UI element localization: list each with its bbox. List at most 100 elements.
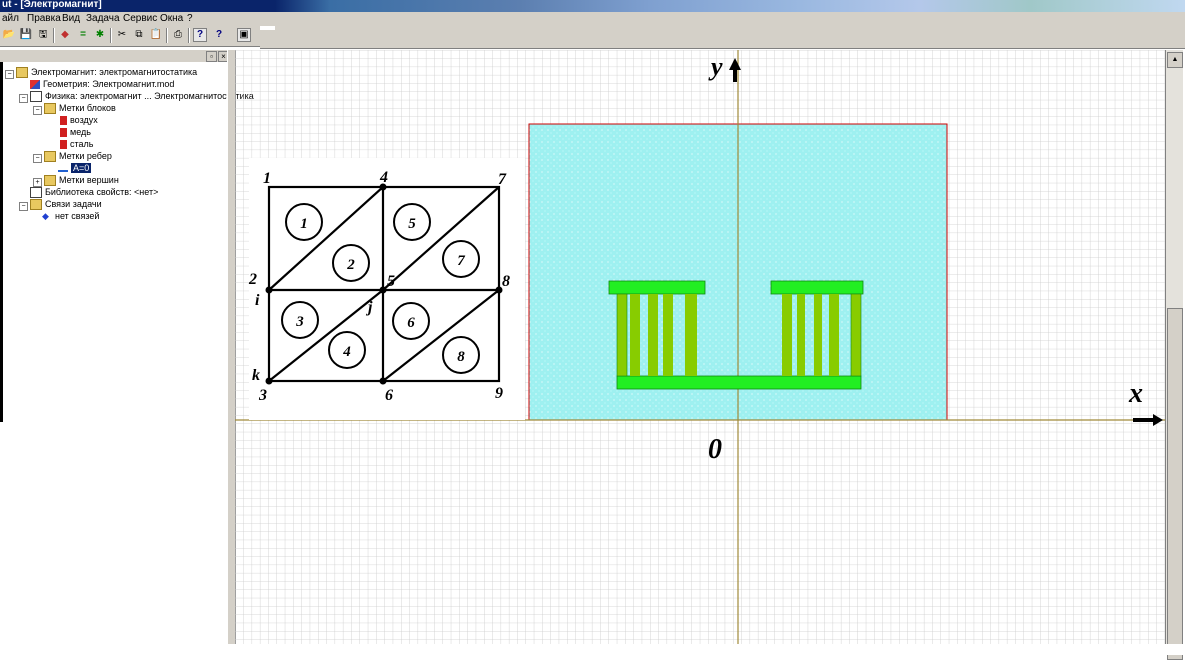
help-icon[interactable]: ? — [193, 28, 207, 42]
tree-item-links[interactable]: Связи задачи — [30, 198, 102, 211]
coil-bar — [648, 294, 658, 376]
folder-icon — [16, 67, 28, 79]
mesh-node-dot — [379, 286, 387, 294]
toolbar-separator — [188, 28, 190, 43]
coil-bar — [829, 294, 839, 376]
node-label-4: 4 — [379, 169, 388, 186]
mesh-node-dot — [265, 377, 273, 385]
menu-service[interactable]: Сервис — [123, 13, 157, 24]
context-help-icon[interactable]: ? — [212, 28, 226, 42]
menu-file[interactable]: айл — [2, 13, 19, 24]
tree-collapse-toggle[interactable]: − — [19, 94, 28, 103]
tree-item-vertex-labels[interactable]: Метки вершин — [44, 174, 119, 187]
copy-icon[interactable]: ⧉ — [132, 28, 146, 42]
menu-bar-extension — [275, 12, 1185, 31]
node-label-9: 9 — [495, 385, 503, 402]
window-title: ut - [Электромагнит] — [2, 0, 102, 10]
vertical-scrollbar[interactable]: ▲ — [1165, 50, 1183, 660]
table-icon — [30, 187, 42, 199]
tree-item-root[interactable]: Электромагнит: электромагнитостатика — [16, 66, 197, 79]
element-label-2: 2 — [346, 257, 355, 273]
equals-icon[interactable]: = — [76, 28, 90, 42]
menu-task[interactable]: Задача — [86, 13, 120, 24]
toolbar-separator — [53, 28, 55, 43]
folder-icon — [44, 175, 56, 187]
menu-windows[interactable]: Окна — [160, 13, 183, 24]
block-label-icon — [60, 140, 67, 150]
coil-bar — [630, 294, 640, 376]
toolbar-extension — [260, 30, 1185, 49]
problem-tree: − Электромагнит: электромагнитостатика Г… — [0, 62, 254, 644]
tree-item-steel[interactable]: сталь — [60, 138, 93, 150]
mesh-node-dot — [265, 286, 273, 294]
mesh-node-dot — [379, 377, 387, 385]
element-label-8: 8 — [457, 349, 465, 365]
window-icon[interactable]: ▣ — [237, 28, 251, 42]
table-icon — [30, 91, 42, 103]
link-icon: ◆ — [42, 211, 49, 222]
open-folder-icon[interactable]: 📂 — [2, 28, 16, 42]
folder-icon — [44, 151, 56, 163]
geometry-canvas[interactable]: 1 2 3 4 5 6 7 8 1 2 3 4 5 6 7 8 9 i j k … — [235, 50, 1165, 644]
node-label-8: 8 — [502, 273, 510, 290]
origin-label: 0 — [708, 434, 722, 465]
left-pole-cap — [608, 280, 706, 295]
tree-item-edge-labels[interactable]: Метки ребер — [44, 150, 112, 163]
tree-item-copper[interactable]: медь — [60, 126, 91, 138]
status-strip — [0, 644, 1185, 655]
scroll-thumb[interactable] — [1167, 308, 1183, 660]
scroll-up-icon[interactable]: ▲ — [1167, 52, 1183, 68]
node-label-5: 5 — [387, 273, 395, 290]
coil-bar — [685, 294, 697, 376]
cut-icon[interactable]: ✂ — [115, 28, 129, 42]
tree-collapse-toggle[interactable]: − — [33, 154, 42, 163]
panel-edge — [0, 62, 3, 422]
paste-icon[interactable]: 📋 — [149, 28, 163, 42]
shapes-icon[interactable]: ◆ — [58, 28, 72, 42]
folder-icon — [44, 103, 56, 115]
tree-item-a0[interactable]: A=0 — [58, 162, 92, 174]
left-leg — [616, 293, 628, 377]
tree-item-air[interactable]: воздух — [60, 114, 98, 126]
edge-label-icon — [58, 166, 68, 172]
geometry-icon — [30, 80, 40, 90]
node-label-7: 7 — [498, 171, 507, 188]
coil-bar — [797, 294, 805, 376]
core-yoke — [616, 375, 862, 390]
save-all-icon[interactable]: 🖫 — [36, 28, 50, 42]
tree-collapse-toggle[interactable]: − — [19, 202, 28, 211]
coil-bar — [782, 294, 792, 376]
panel-dock-button[interactable]: ▫ — [206, 51, 217, 62]
local-label-i: i — [255, 292, 260, 309]
save-icon[interactable]: 💾 — [19, 28, 33, 42]
menu-bar: айл Правка Вид Задача Сервис Окна ? — [0, 12, 275, 26]
tree-item-physics[interactable]: Физика: электромагнит ... Электромагнито… — [30, 90, 254, 103]
node-label-2: 2 — [248, 271, 257, 288]
right-pole-cap — [770, 280, 864, 295]
right-leg — [850, 293, 862, 377]
x-axis-label: x — [1128, 378, 1143, 409]
tree-item-no-links[interactable]: ◆ нет связей — [42, 210, 99, 222]
local-label-k: k — [252, 367, 260, 384]
element-label-4: 4 — [342, 344, 351, 360]
tree-collapse-toggle[interactable]: − — [33, 106, 42, 115]
element-label-7: 7 — [457, 253, 465, 269]
gear-icon[interactable]: ✱ — [93, 28, 107, 42]
element-label-5: 5 — [408, 216, 416, 232]
menu-view[interactable]: Вид — [62, 13, 80, 24]
menu-edit[interactable]: Правка — [27, 13, 61, 24]
tree-collapse-toggle[interactable]: − — [5, 70, 14, 79]
tree-item-geometry[interactable]: Геометрия: Электромагнит.mod — [30, 78, 174, 90]
element-label-1: 1 — [300, 216, 308, 232]
node-label-6: 6 — [385, 387, 393, 404]
folder-icon — [30, 199, 42, 211]
tree-item-block-labels[interactable]: Метки блоков — [44, 102, 116, 115]
coil-bar — [663, 294, 673, 376]
y-axis-label: y — [708, 52, 723, 81]
print-icon[interactable]: ⎙ — [171, 28, 185, 42]
element-label-6: 6 — [407, 315, 415, 331]
element-label-3: 3 — [295, 314, 304, 330]
tree-item-library[interactable]: Библиотека свойств: <нет> — [30, 186, 158, 199]
menu-help[interactable]: ? — [187, 13, 193, 24]
node-label-1: 1 — [263, 170, 271, 187]
